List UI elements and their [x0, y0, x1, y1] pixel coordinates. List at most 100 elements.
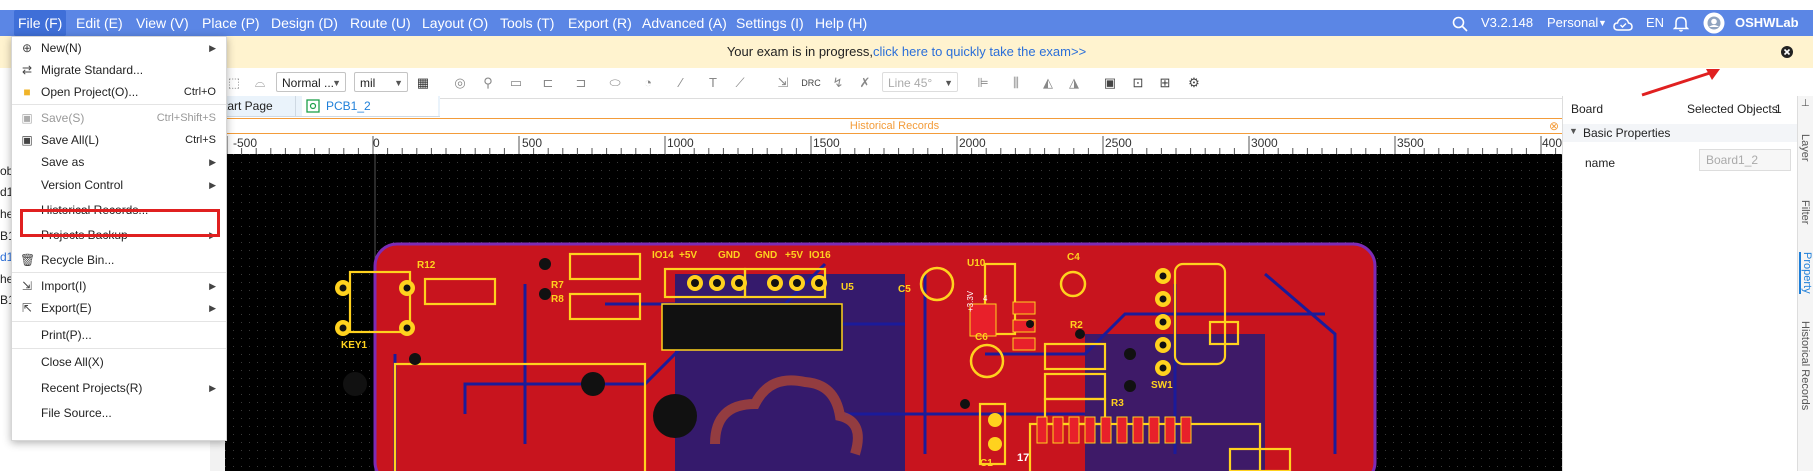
menu-item-new[interactable]: ⊕ New(N) ▶ [12, 37, 226, 59]
settings-gear-icon[interactable]: ⚙ [1186, 75, 1202, 91]
search-icon[interactable] [1452, 16, 1468, 32]
name-property-field[interactable] [1699, 149, 1791, 171]
highlight-box [20, 209, 220, 237]
ruler-label: 2000 [959, 136, 986, 150]
menu-item-file-source[interactable]: File Source... [12, 402, 226, 424]
footprint-icon[interactable]: ▣ [1102, 75, 1118, 91]
pcb-label: C5 [898, 284, 911, 295]
edition-dropdown[interactable]: Personal [1547, 10, 1598, 36]
menu-route[interactable]: Route (U) [350, 10, 411, 36]
layers-icon[interactable]: ⊞ [1157, 75, 1173, 91]
distribute-icon[interactable]: ⫼ [1008, 75, 1024, 91]
menu-item-save-all[interactable]: ▣ Save All(L) Ctrl+S [12, 129, 226, 151]
menu-item-recycle-bin[interactable]: 🗑 Recycle Bin... [12, 249, 226, 271]
take-exam-link[interactable]: click here to quickly take the exam>> [873, 44, 1086, 59]
menu-item-export[interactable]: ⇱ Export(E) ▶ [12, 297, 226, 319]
tab-pcb1-2[interactable]: PCB1_2 [302, 96, 438, 116]
import-tool-icon[interactable]: ⇲ [775, 75, 791, 91]
username-label[interactable]: OSHWLab [1735, 10, 1799, 36]
menu-item-print[interactable]: Print(P)... [12, 324, 226, 346]
line-angle-caret-icon: ▼ [944, 78, 953, 88]
polygon-tool-icon[interactable]: ⊐ [573, 75, 589, 91]
menu-layout[interactable]: Layout (O) [422, 10, 488, 36]
mode-select[interactable]: Normal ... ▼ [276, 72, 346, 92]
import-icon: ⇲ [21, 279, 33, 293]
rail-tab-historical-records[interactable]: Historical Records [1799, 321, 1811, 410]
menu-tools[interactable]: Tools (T) [500, 10, 554, 36]
menu-item-close-all[interactable]: Close All(X) [12, 351, 226, 373]
cloud-icon[interactable] [1613, 16, 1633, 32]
menu-help[interactable]: Help (H) [815, 10, 867, 36]
via-icon[interactable]: ◎ [452, 75, 468, 91]
pcb-label: U10 [967, 258, 986, 269]
basic-properties-header[interactable]: ▼ Basic Properties [1563, 124, 1798, 142]
text-tool-icon[interactable]: T [705, 75, 721, 91]
avatar[interactable] [1703, 12, 1725, 34]
flip-horizontal-icon[interactable]: ◭ [1040, 75, 1056, 91]
component-icon[interactable]: ⊡ [1130, 75, 1146, 91]
menu-settings[interactable]: Settings (I) [736, 10, 804, 36]
curve-tool-icon[interactable]: ⌓ [252, 75, 268, 91]
pin-tool-icon[interactable]: ⚲ [480, 75, 496, 91]
historical-records-bar: Historical Records ⊗ [225, 118, 1564, 134]
arc-tool-icon[interactable]: ◔ [640, 75, 656, 91]
menu-item-save[interactable]: ▣ Save(S) Ctrl+Shift+S [12, 107, 226, 129]
ellipse-tool-icon[interactable]: ⬭ [607, 75, 623, 91]
menu-item-open-project[interactable]: ■ Open Project(O)... Ctrl+O [12, 81, 226, 103]
menu-item-import[interactable]: ⇲ Import(I) ▶ [12, 275, 226, 297]
pin-panel-icon[interactable]: ⊥ [1801, 98, 1810, 109]
pcb-label: R12 [417, 260, 436, 271]
menu-item-version-control[interactable]: Version Control ▶ [12, 174, 226, 196]
new-file-icon: ⊕ [21, 41, 33, 55]
submenu-arrow-icon: ▶ [209, 383, 216, 393]
rail-tab-layer[interactable]: Layer [1799, 134, 1811, 162]
menu-design[interactable]: Design (D) [271, 10, 338, 36]
unroute-tool-icon[interactable]: ✗ [857, 75, 873, 91]
unit-select[interactable]: mil ▼ [354, 72, 408, 92]
close-banner-icon[interactable] [1781, 46, 1793, 58]
menu-place[interactable]: Place (P) [202, 10, 260, 36]
menu-edit[interactable]: Edit (E) [76, 10, 123, 36]
unit-select-value: mil [360, 76, 376, 90]
select-area-icon[interactable]: ⬚ [226, 75, 242, 91]
menu-item-save-as[interactable]: Save as ▶ [12, 151, 226, 173]
menu-item-recent-projects[interactable]: Recent Projects(R) ▶ [12, 377, 226, 399]
menu-divider [12, 321, 226, 322]
menu-item-label: Recent Projects(R) [41, 381, 143, 395]
ruler-label: 1000 [667, 136, 694, 150]
close-history-icon[interactable]: ⊗ [1549, 119, 1559, 133]
ruler-label: 3500 [1397, 136, 1424, 150]
menu-file[interactable]: File (F) [14, 10, 67, 36]
pcb-label: U5 [841, 282, 854, 293]
menu-export[interactable]: Export (R) [568, 10, 632, 36]
mode-select-value: Normal ... [282, 76, 335, 90]
rail-tab-property[interactable]: Property [1799, 252, 1813, 294]
menu-divider [12, 104, 226, 105]
bell-icon[interactable] [1673, 15, 1689, 32]
rail-tab-filter[interactable]: Filter [1799, 200, 1811, 224]
rectangle-tool-icon[interactable]: ▭ [508, 75, 524, 91]
pcb-label: 4 [983, 294, 988, 303]
line-angle-select[interactable]: Line 45° ▼ [882, 72, 958, 92]
dimension-tool-icon[interactable]: ⟋ [732, 75, 748, 91]
menu-item-migrate-standard[interactable]: ⇄ Migrate Standard... [12, 59, 226, 81]
route-tool-icon[interactable]: ↯ [830, 75, 846, 91]
save-icon: ▣ [21, 111, 33, 125]
menu-advanced[interactable]: Advanced (A) [642, 10, 727, 36]
language-selector[interactable]: EN [1646, 10, 1664, 36]
ruler-label: 500 [522, 136, 543, 150]
collapse-caret-icon[interactable]: ▼ [1569, 126, 1578, 136]
pcb-canvas[interactable]: R12 IO14 +5V GND GND +5V IO16 U5 C4 U10 … [225, 154, 1562, 471]
menu-divider [12, 272, 226, 273]
ruler-label: 1500 [813, 136, 840, 150]
submenu-arrow-icon: ▶ [209, 157, 216, 167]
menu-item-label: Save(S) [41, 111, 85, 125]
align-left-icon[interactable]: ⊫ [975, 75, 991, 91]
line-tool-icon[interactable]: ∕ [673, 75, 689, 91]
grid-icon[interactable]: ▦ [415, 75, 431, 91]
drc-icon[interactable]: DRC [801, 75, 821, 91]
align-tool-icon[interactable]: ⊏ [540, 75, 556, 91]
flip-vertical-icon[interactable]: ◮ [1066, 75, 1082, 91]
edition-caret-icon[interactable]: ▼ [1598, 10, 1607, 36]
menu-view[interactable]: View (V) [136, 10, 189, 36]
